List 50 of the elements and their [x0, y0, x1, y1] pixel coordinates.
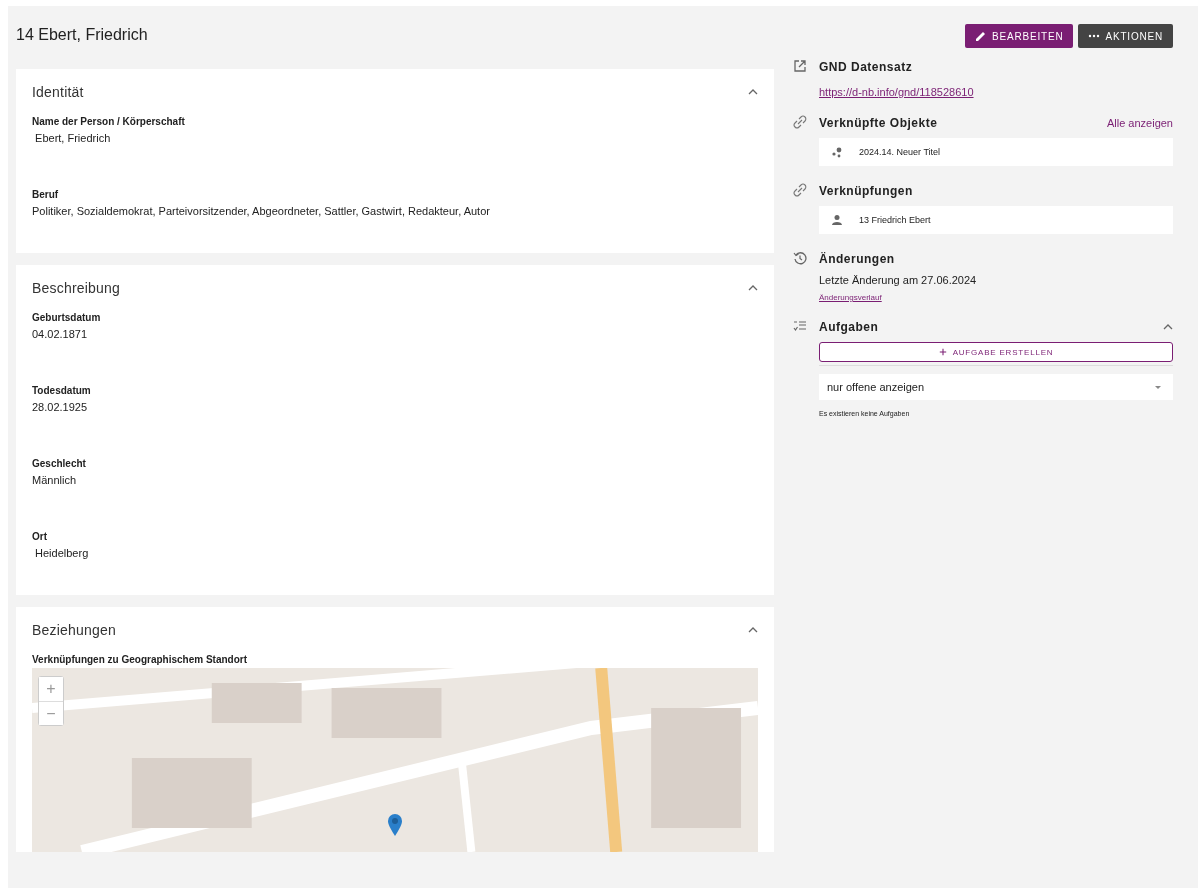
section-heading: Aufgaben	[819, 320, 879, 334]
section-heading: GND Datensatz	[819, 60, 913, 74]
field-label: Geburtsdatum	[32, 312, 101, 323]
field-label: Todesdatum	[32, 385, 91, 396]
collapse-chevron-icon[interactable]	[748, 627, 758, 633]
field-value: Männlich	[32, 474, 78, 486]
task-list-icon	[793, 319, 807, 333]
section-title: Beschreibung	[32, 280, 120, 296]
field-label: Beruf	[32, 189, 59, 200]
field-label: Ort	[32, 531, 47, 542]
section-title: Beziehungen	[32, 622, 116, 638]
edit-button[interactable]: BEARBEITEN	[965, 24, 1074, 48]
map-pin-icon[interactable]	[387, 813, 403, 837]
gnd-link[interactable]: https://d-nb.info/gnd/118528610	[819, 86, 974, 98]
actions-button[interactable]: AKTIONEN	[1078, 24, 1173, 48]
pencil-icon	[975, 30, 988, 42]
section-heading: Verknüpfungen	[819, 184, 913, 198]
dropdown-caret-icon	[1155, 385, 1161, 389]
link-icon	[793, 115, 807, 129]
section-heading: Verknüpfte Objekte	[819, 116, 938, 130]
field-value: 28.02.1925	[32, 401, 89, 413]
field-label: Geschlecht	[32, 458, 86, 469]
filter-dropdown[interactable]: nur offene anzeigen	[819, 374, 1173, 400]
field-label: Verknüpfungen zu Geographischem Standort	[32, 654, 248, 665]
plus-icon	[938, 348, 947, 356]
dropdown-value: nur offene anzeigen	[827, 381, 925, 393]
history-link[interactable]: Änderungsverlauf	[819, 293, 882, 302]
linked-item[interactable]: 2024.14. Neuer Titel	[819, 138, 1173, 166]
field-label: Name der Person / Körperschaft	[32, 116, 185, 127]
person-icon	[831, 214, 843, 226]
page-title: 14 Ebert, Friedrich	[16, 26, 149, 45]
item-label: 13 Friedrich Ebert	[859, 215, 931, 225]
collapse-chevron-icon[interactable]	[748, 285, 758, 291]
field-value: Ebert, Friedrich	[34, 132, 112, 144]
dots-cluster-icon	[831, 146, 843, 158]
history-icon	[793, 251, 807, 265]
section-heading: Änderungen	[819, 252, 895, 266]
show-all-link[interactable]: Alle anzeigen	[1106, 117, 1173, 129]
field-value: Heidelberg	[34, 547, 90, 559]
create-task-button[interactable]: AUFGABE ERSTELLEN	[819, 342, 1173, 362]
link-icon	[793, 183, 807, 197]
field-value: Politiker, Sozialdemokrat, Parteivorsitzender, Abgeordneter, Sattler, Gastwirt, Redakteur, Autor	[32, 205, 491, 217]
collapse-chevron-icon[interactable]	[748, 89, 758, 95]
section-title: Identität	[32, 84, 84, 100]
field-value: 04.02.1871	[32, 328, 89, 340]
linked-item[interactable]: 13 Friedrich Ebert	[819, 206, 1173, 234]
item-label: 2024.14. Neuer Titel	[859, 147, 941, 157]
external-link-icon	[793, 59, 807, 73]
collapse-chevron-icon[interactable]	[1163, 324, 1173, 330]
last-change-text: Letzte Änderung am 27.06.2024	[819, 274, 978, 286]
